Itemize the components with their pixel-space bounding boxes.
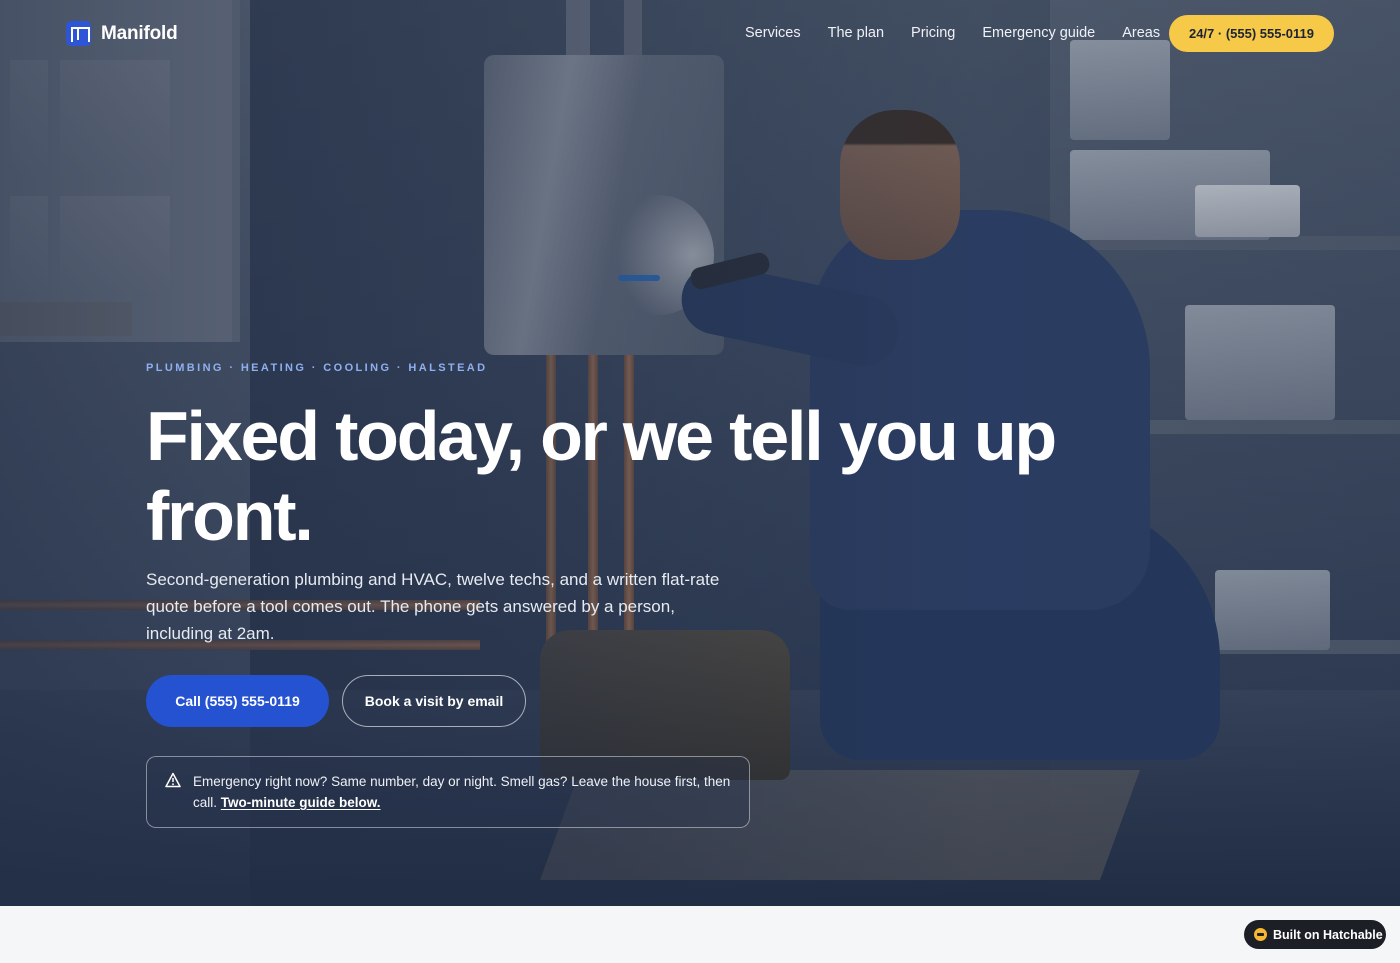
emergency-guide-link[interactable]: Two-minute guide below.	[221, 795, 381, 810]
nav-item-the-plan[interactable]: The plan	[828, 24, 884, 42]
nav-item-areas[interactable]: Areas	[1122, 24, 1160, 42]
hero-eyebrow: PLUMBING · HEATING · COOLING · HALSTEAD	[146, 362, 488, 374]
warning-triangle-icon	[165, 772, 181, 788]
nav-item-emergency-guide[interactable]: Emergency guide	[982, 24, 1095, 42]
nav-item-services[interactable]: Services	[745, 24, 801, 42]
main-nav: Services The plan Pricing Emergency guid…	[745, 24, 1160, 42]
hero-headline: Fixed today, or we tell you up front.	[146, 397, 1057, 555]
nav-item-pricing[interactable]: Pricing	[911, 24, 955, 42]
hatchable-icon	[1254, 928, 1267, 941]
book-by-email-button[interactable]: Book a visit by email	[342, 675, 526, 727]
hero-subhead: Second-generation plumbing and HVAC, twe…	[146, 570, 720, 643]
call-button[interactable]: Call (555) 555-0119	[146, 675, 329, 727]
emergency-notice: Emergency right now? Same number, day or…	[146, 756, 750, 828]
built-on-hatchable-badge[interactable]: Built on Hatchable	[1244, 920, 1386, 949]
emergency-notice-text: Emergency right now? Same number, day or…	[193, 771, 733, 813]
brand-name: Manifold	[101, 22, 178, 44]
hero-section: Manifold Services The plan Pricing Emerg…	[0, 0, 1400, 906]
brand-logo-link[interactable]: Manifold	[66, 21, 178, 46]
manifold-logo-icon	[66, 21, 91, 46]
badge-label: Built on Hatchable	[1273, 927, 1383, 942]
header-phone-button[interactable]: 24/7 · (555) 555-0119	[1169, 15, 1334, 52]
